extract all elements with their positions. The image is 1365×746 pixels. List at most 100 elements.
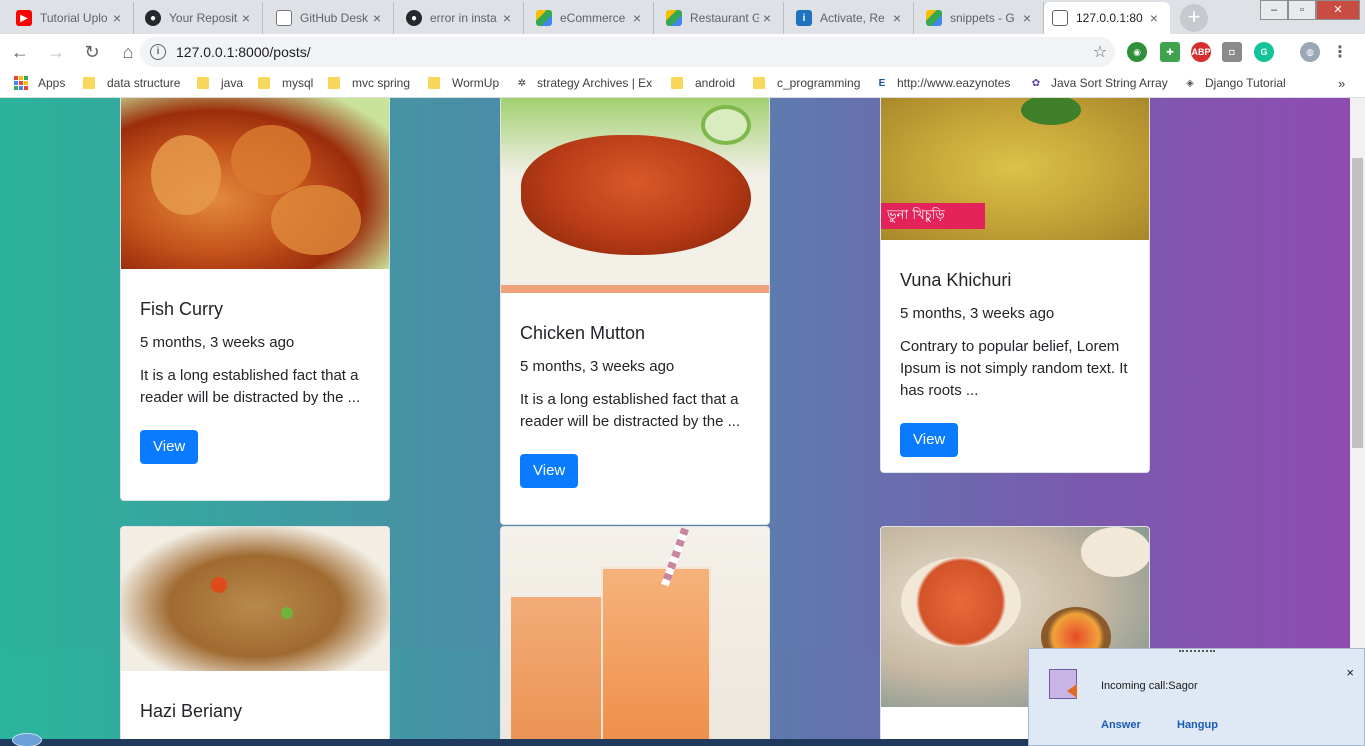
post-image: ভুনা খিচুড়ি [881, 98, 1149, 240]
address-bar[interactable]: i 127.0.0.1:8000/posts/ ☆ [140, 37, 1115, 67]
view-button[interactable]: View [140, 430, 199, 464]
bookmark-label: strategy Archives | Ex [537, 76, 653, 90]
adblock-icon[interactable]: ABP [1191, 42, 1211, 62]
drag-grip[interactable] [1179, 650, 1215, 653]
folder-icon [197, 77, 209, 89]
info-icon[interactable]: i [150, 44, 166, 60]
post-excerpt: Contrary to popular belief, Lorem Ipsum … [900, 338, 1128, 399]
profile-avatar[interactable]: ◍ [1300, 42, 1320, 62]
bookmark-label: http://www.eazynotes [897, 76, 1011, 90]
menu-kebab-icon[interactable]: ⋮ [1330, 42, 1350, 62]
drive-icon [926, 10, 942, 26]
bookmark-folder[interactable]: c_programming [753, 76, 860, 90]
bookmark-label: java [221, 76, 244, 90]
hangup-button[interactable]: Hangup [1177, 719, 1218, 731]
url-text[interactable]: 127.0.0.1:8000/posts/ [176, 44, 1085, 60]
close-icon[interactable]: × [238, 10, 254, 26]
bookmark-folder[interactable]: data structure [83, 76, 180, 90]
bookmark-label: Java Sort String Array [1051, 76, 1168, 90]
start-orb-icon[interactable] [12, 733, 42, 746]
bookmark-site[interactable]: ✲ strategy Archives | Ex [515, 76, 652, 90]
tab-active[interactable]: 127.0.0.1:80 × [1044, 2, 1170, 34]
tab-title: Your Reposit [169, 11, 238, 25]
close-icon[interactable]: × [109, 10, 125, 26]
tab-6[interactable]: Restaurant G × [658, 2, 784, 34]
tab-3[interactable]: GitHub Desk × [268, 2, 394, 34]
tab-5[interactable]: eCommerce × [528, 2, 654, 34]
tab-1[interactable]: ▶ Tutorial Uplo × [8, 2, 134, 34]
close-icon[interactable]: × [369, 10, 385, 26]
maximize-button[interactable]: ▫ [1288, 0, 1316, 20]
forward-arrow-icon[interactable]: → [40, 36, 72, 68]
bookmark-folder[interactable]: mvc spring [328, 76, 410, 90]
bookmark-label: mvc spring [352, 76, 411, 90]
folder-icon [83, 77, 95, 89]
post-title: Hazi Beriany [140, 701, 243, 721]
bookmark-label: data structure [107, 76, 181, 90]
windows-taskbar [0, 733, 1028, 746]
close-icon[interactable]: × [1019, 10, 1035, 26]
bookmark-site[interactable]: Ehttp://www.eazynotes [875, 76, 1011, 90]
post-image [501, 98, 769, 293]
bookmark-label: Django Tutorial [1205, 76, 1286, 90]
extension-camera-icon[interactable]: ◘ [1222, 42, 1242, 62]
bookmarks-bar: Apps data structure java mysql mvc sprin… [0, 70, 1365, 98]
java-sort-icon: ✿ [1031, 77, 1041, 89]
tab-title: Activate, Re [820, 11, 885, 25]
call-message: Incoming call:Sagor [1101, 680, 1198, 692]
minimize-button[interactable]: – [1260, 0, 1288, 20]
post-excerpt: It is a long established fact that a rea… [140, 367, 361, 406]
close-icon[interactable]: × [629, 10, 645, 26]
post-title: Fish Curry [140, 299, 224, 319]
post-excerpt: It is a long established fact that a rea… [520, 391, 741, 430]
github-icon: ● [145, 10, 161, 26]
tab-8[interactable]: snippets - G × [918, 2, 1044, 34]
tab-strip: ▶ Tutorial Uplo × ● Your Reposit × GitHu… [0, 0, 1365, 34]
bookmark-folder[interactable]: java [197, 76, 243, 90]
bookmark-folder[interactable]: WormUp [428, 76, 499, 90]
answer-button[interactable]: Answer [1101, 719, 1141, 731]
tab-title: eCommerce [560, 11, 626, 25]
tab-4[interactable]: ● error in insta × [398, 2, 524, 34]
folder-icon [428, 77, 440, 89]
bookmark-label: Apps [38, 76, 66, 90]
tab-7[interactable]: i Activate, Re × [788, 2, 914, 34]
back-arrow-icon[interactable]: ← [4, 36, 36, 68]
post-card: Hazi Beriany [120, 526, 390, 746]
folder-icon [753, 77, 765, 89]
bookmark-star-icon[interactable]: ☆ [1085, 42, 1115, 62]
activate-icon: i [796, 10, 812, 26]
bookmark-folder[interactable]: mysql [258, 76, 313, 90]
new-tab-button[interactable]: + [1180, 4, 1208, 32]
bookmark-label: c_programming [777, 76, 861, 90]
close-icon[interactable]: × [1146, 10, 1162, 26]
bookmark-site[interactable]: ✿ Java Sort String Array [1029, 76, 1168, 90]
tab-title: snippets - G [950, 11, 1015, 25]
bookmark-folder[interactable]: android [671, 76, 735, 90]
bookmark-apps[interactable]: Apps [14, 76, 65, 90]
tab-2[interactable]: ● Your Reposit × [137, 2, 263, 34]
tab-title: error in insta [430, 11, 497, 25]
incoming-call-popup: Incoming call:Sagor × Answer Hangup [1028, 648, 1365, 746]
post-date: 5 months, 3 weeks ago [900, 305, 1055, 322]
bookmark-site[interactable]: ◈ Django Tutorial [1183, 76, 1286, 90]
post-title: Chicken Mutton [520, 323, 646, 343]
tab-title: 127.0.0.1:80 [1076, 11, 1143, 25]
close-icon[interactable]: × [499, 10, 515, 26]
grammarly-icon[interactable]: G [1254, 42, 1274, 62]
extension-globe-icon[interactable]: ◉ [1127, 42, 1147, 62]
view-button[interactable]: View [900, 423, 959, 457]
close-icon[interactable]: × [759, 10, 775, 26]
extension-puzzle-icon[interactable]: ✚ [1160, 42, 1180, 62]
close-icon[interactable]: × [889, 10, 905, 26]
scrollbar-thumb[interactable] [1352, 158, 1363, 448]
close-icon[interactable]: × [1346, 665, 1354, 680]
bookmark-label: android [695, 76, 736, 90]
bookmarks-overflow-icon[interactable]: » [1338, 76, 1345, 91]
post-title: Vuna Khichuri [900, 270, 1012, 290]
post-image [501, 527, 769, 746]
view-button[interactable]: View [520, 454, 579, 488]
reload-icon[interactable]: ↻ [76, 36, 108, 68]
strategy-icon: ✲ [517, 77, 527, 89]
window-close-button[interactable]: ✕ [1316, 0, 1360, 20]
